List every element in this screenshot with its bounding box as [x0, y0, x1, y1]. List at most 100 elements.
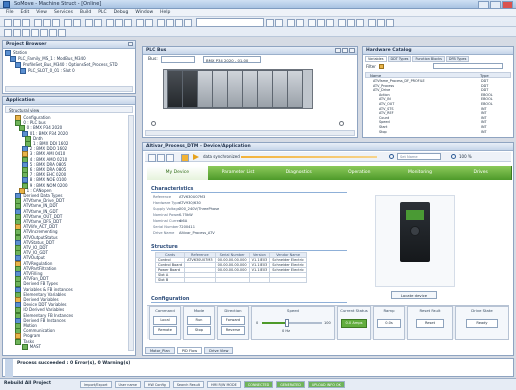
variable-icon[interactable]: [22, 29, 30, 37]
catalog-tab[interactable]: DFB Types: [445, 56, 470, 62]
redo-icon[interactable]: [73, 19, 81, 27]
output-side-tab[interactable]: [5, 359, 13, 377]
comment-icon[interactable]: [58, 29, 66, 37]
menu-item[interactable]: Debug: [114, 10, 129, 15]
menu-item[interactable]: Build: [80, 10, 91, 15]
document-tab[interactable]: Drive View: [204, 347, 234, 354]
connect-icon[interactable]: [106, 19, 114, 27]
dtm-tab[interactable]: My Device: [147, 166, 209, 180]
rebuild-icon[interactable]: [94, 19, 102, 27]
remote-button[interactable]: Remote: [153, 326, 177, 335]
editor-maximize-button[interactable]: [342, 48, 348, 53]
zoom-icon[interactable]: [451, 154, 456, 159]
menu-item[interactable]: Window: [135, 10, 153, 15]
horizontal-scrollbar[interactable]: [5, 86, 133, 92]
cut-icon[interactable]: [34, 19, 42, 27]
dtm-tab[interactable]: Diagnostics: [268, 166, 330, 180]
animation-icon[interactable]: [157, 19, 165, 27]
catalog-row[interactable]: Stop INT: [365, 130, 511, 135]
catalog-col-name[interactable]: Name: [366, 73, 480, 78]
speed-slider[interactable]: [285, 319, 290, 327]
copy-icon[interactable]: [43, 19, 51, 27]
toolbar-combo[interactable]: [196, 18, 264, 27]
menu-item[interactable]: Help: [160, 10, 170, 15]
align-icon[interactable]: [296, 19, 304, 27]
bus-select[interactable]: [161, 56, 195, 63]
build-icon[interactable]: [85, 19, 93, 27]
replace-icon[interactable]: [317, 19, 325, 27]
section-icon[interactable]: [13, 29, 21, 37]
open-icon[interactable]: [13, 19, 21, 27]
catalog-search-input[interactable]: [433, 63, 503, 69]
breakpoint-icon[interactable]: [175, 19, 183, 27]
minimize-button[interactable]: [478, 1, 489, 9]
menu-item[interactable]: View: [36, 10, 47, 15]
tree-item[interactable]: MAST: [21, 343, 41, 350]
new-icon[interactable]: [4, 19, 12, 27]
dtm-tab[interactable]: Parameter List: [207, 166, 270, 180]
menu-item[interactable]: Services: [54, 10, 73, 15]
rack-slot-5[interactable]: [257, 70, 273, 108]
window-icon[interactable]: [368, 19, 376, 27]
close-button[interactable]: [502, 1, 513, 9]
rack-slot-6[interactable]: [272, 70, 288, 108]
stop-icon[interactable]: [145, 19, 153, 27]
forward-button[interactable]: Forward: [221, 316, 245, 325]
document-tab[interactable]: PID Flow: [176, 347, 203, 354]
reset-fault-button[interactable]: Reset: [416, 319, 444, 328]
editor-close-button[interactable]: [349, 48, 355, 53]
print-icon[interactable]: [338, 19, 346, 27]
dtm-tab[interactable]: Drives: [450, 166, 512, 180]
cpu-module[interactable]: [182, 70, 198, 108]
find-icon[interactable]: [308, 19, 316, 27]
local-button[interactable]: Local: [153, 316, 177, 325]
preview-icon[interactable]: [347, 19, 355, 27]
run-button[interactable]: Run: [187, 316, 211, 325]
rack-slot-1[interactable]: [197, 70, 213, 108]
watch-icon[interactable]: [166, 19, 174, 27]
editor-icon[interactable]: [4, 29, 12, 37]
catalog-tab[interactable]: Function Blocks: [412, 56, 445, 62]
zoom-out-icon[interactable]: [275, 19, 283, 27]
function-icon[interactable]: [31, 29, 39, 37]
rack-slot-7[interactable]: [287, 70, 303, 108]
dtm-load-icon[interactable]: [157, 154, 165, 162]
dtm-search-icon[interactable]: [389, 154, 394, 159]
rack-slot-4[interactable]: [242, 70, 258, 108]
stop-button[interactable]: Stop: [187, 326, 211, 335]
plc-rack[interactable]: [163, 69, 313, 109]
save-icon[interactable]: [22, 19, 30, 27]
paste-icon[interactable]: [52, 19, 60, 27]
dtm-tab[interactable]: Monitoring: [389, 166, 452, 180]
dtm-search-input[interactable]: Set Name: [397, 153, 441, 160]
rack-slot-3[interactable]: [227, 70, 243, 108]
menu-item[interactable]: PLC: [98, 10, 106, 15]
document-tab[interactable]: Motor_Plan: [145, 347, 175, 354]
catalog-tab[interactable]: Variables: [365, 56, 387, 62]
grid-icon[interactable]: [287, 19, 295, 27]
transfer-icon[interactable]: [124, 19, 132, 27]
maximize-button[interactable]: [490, 1, 501, 9]
panel-close-icon[interactable]: [128, 42, 133, 46]
power-supply-module[interactable]: [167, 70, 183, 108]
rack-slot-2[interactable]: [212, 70, 228, 108]
catalog-col-type[interactable]: Type: [480, 73, 510, 78]
run-icon[interactable]: [136, 19, 144, 27]
step-icon[interactable]: [184, 19, 192, 27]
zoom-in-icon[interactable]: [266, 19, 274, 27]
dtm-connect-icon[interactable]: [148, 154, 156, 162]
rack-select[interactable]: BMX P34 2020 - 01.00: [203, 56, 261, 63]
block-icon[interactable]: [40, 29, 48, 37]
dtm-tab[interactable]: Operation: [329, 166, 391, 180]
goto-icon[interactable]: [326, 19, 334, 27]
catalog-tab[interactable]: DDT Types: [387, 56, 412, 62]
help-icon[interactable]: [377, 19, 385, 27]
settings-icon[interactable]: [356, 19, 364, 27]
dtm-store-icon[interactable]: [166, 154, 174, 162]
reverse-button[interactable]: Reverse: [221, 326, 245, 335]
locate-device-button[interactable]: Locate device: [391, 291, 437, 299]
undo-icon[interactable]: [64, 19, 72, 27]
project-browser-item[interactable]: PLC_SLOT_0_01 : Slot 0: [20, 68, 75, 74]
editor-h-scrollbar[interactable]: [145, 130, 355, 136]
menu-item[interactable]: Edit: [21, 10, 30, 15]
